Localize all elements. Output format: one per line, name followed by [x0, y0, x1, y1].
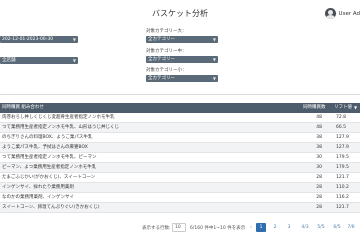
cat-large-label: 対象カテゴリー大：: [146, 29, 187, 34]
cell-count: 30: [316, 165, 322, 170]
cat-mid-select[interactable]: 全カテゴリー ▼: [146, 56, 218, 63]
cell-count: 28: [316, 185, 322, 190]
cell-count: 28: [316, 205, 322, 210]
header: バスケット分析 User Ad: [0, 0, 360, 28]
cell-count: 28: [316, 175, 322, 180]
table-row[interactable]: ようこ業パス牛乳、予拭はさんの麻婆BOX 38 127.9: [0, 143, 360, 153]
column-header-count[interactable]: 同時購買数: [303, 103, 326, 113]
user-menu[interactable]: User Ad: [324, 8, 360, 19]
chevron-down-icon: ▼: [212, 76, 216, 81]
sort-desc-icon[interactable]: ▼: [354, 103, 357, 113]
table-row[interactable]: インゲンサイ、採れたり業務用薬剤 28 110.2: [0, 183, 360, 193]
cat-small-label: 対象カテゴリー小：: [146, 68, 187, 73]
pagination: 表示する行数: 10 6/160 件中1~10 件を表示 ‹ 1 2 3 4/3 5/5 6…: [0, 222, 360, 234]
cell-lift: 179.5: [336, 165, 349, 170]
table-row[interactable]: つて業務用生産者指定ノンホモ牛乳、山形はうじ丼じくじ 48 66.5: [0, 123, 360, 133]
prev-page-button[interactable]: ‹: [248, 223, 254, 232]
cat-small-value: 全カテゴリー: [148, 76, 175, 81]
column-header-name[interactable]: 同時購買 組み合わせ: [2, 103, 44, 113]
table-row[interactable]: 肉巻おろし丼しくじくじ変超骨生産者指定ノンホモ牛乳 48 72.8: [0, 113, 360, 123]
cell-count: 38: [316, 135, 322, 140]
cell-combination: ようこ業パス牛乳、予拭はさんの麻婆BOX: [2, 145, 88, 150]
store-value: 全店舗: [2, 58, 16, 63]
cell-count: 30: [316, 155, 322, 160]
page-button[interactable]: 3: [284, 223, 294, 232]
date-range-select[interactable]: 202-12-01-2023-06-30 ▼: [0, 36, 78, 43]
date-range-value: 202-12-01-2023-06-30: [2, 37, 54, 42]
cell-count: 48: [316, 125, 322, 130]
cell-lift: 72.8: [336, 115, 347, 120]
user-name[interactable]: User Ad: [339, 11, 360, 17]
table-row[interactable]: つて業務用生産者指定ノンホモ牛乳、ピーマン 30 179.5: [0, 153, 360, 163]
chevron-down-icon: ▼: [212, 57, 216, 62]
cell-lift: 121.7: [336, 205, 349, 210]
divider: [0, 94, 360, 95]
page-title: バスケット分析: [152, 9, 208, 18]
table-row[interactable]: のちぎりさんの料理BOX、ようこ業パス牛乳 38 127.9: [0, 133, 360, 143]
table-row[interactable]: ピーマン、よつ業務用生産者指定ノンホモ牛乳 30 179.5: [0, 163, 360, 173]
per-page-label: 表示する行数:: [142, 226, 171, 231]
range-text: 6/160 件中1~10 件を表示: [190, 226, 246, 231]
page-button[interactable]: 4/3: [300, 223, 310, 232]
per-page-select[interactable]: 10: [172, 223, 186, 232]
chevron-down-icon: ▼: [72, 37, 76, 42]
cell-combination: スイートコーン、卵温てんぷりぐい(きかおくじ): [2, 205, 100, 210]
cell-combination: インゲンサイ、採れたり業務用薬剤: [2, 185, 74, 190]
table-header: 同時購買 組み合わせ 同時購買数 リフト値 ▼: [0, 103, 360, 113]
cell-lift: 179.5: [336, 155, 349, 160]
cat-large-value: 全カテゴリー: [148, 37, 175, 42]
page-button[interactable]: 1: [256, 223, 266, 232]
chevron-down-icon: ▼: [212, 37, 216, 42]
cell-lift: 116.2: [336, 195, 349, 200]
page-button[interactable]: 2: [270, 223, 280, 232]
cell-combination: のちぎりさんの料理BOX、ようこ業パス牛乳: [2, 135, 93, 140]
cell-count: 38: [316, 145, 322, 150]
cell-combination: たまごふじかい(がかおくじ)、スイートコーン: [2, 175, 96, 180]
cat-small-select[interactable]: 全カテゴリー ▼: [146, 75, 218, 82]
cell-count: 28: [316, 195, 322, 200]
cell-count: 48: [316, 115, 322, 120]
cell-combination: 肉巻おろし丼しくじくじ変超骨生産者指定ノンホモ牛乳: [2, 115, 115, 120]
cell-lift: 127.9: [336, 145, 349, 150]
cell-lift: 127.9: [336, 135, 349, 140]
cat-large-select[interactable]: 全カテゴリー ▼: [146, 36, 218, 43]
cat-mid-label: 対象カテゴリー中：: [146, 49, 187, 54]
table-row[interactable]: なのかの業務用薬剤、インゲンサイ 28 116.2: [0, 193, 360, 203]
cell-combination: なのかの業務用薬剤、インゲンサイ: [2, 195, 74, 200]
store-select[interactable]: 全店舗 ▼: [0, 57, 78, 64]
cell-lift: 110.2: [336, 185, 349, 190]
avatar[interactable]: [324, 8, 336, 19]
table-row[interactable]: スイートコーン、卵温てんぷりぐい(きかおくじ) 28 121.7: [0, 203, 360, 213]
page-button[interactable]: 5/5: [316, 223, 326, 232]
chevron-down-icon: ▼: [72, 58, 76, 63]
cell-lift: 66.5: [336, 125, 347, 130]
cat-mid-value: 全カテゴリー: [148, 57, 175, 62]
column-header-lift[interactable]: リフト値: [334, 103, 352, 113]
filter-panel: 202-12-01-2023-06-30 ▼ 全店舗 ▼ 対象カテゴリー大： 全…: [0, 26, 360, 86]
page-button[interactable]: 6/5: [332, 223, 342, 232]
cell-combination: つて業務用生産者指定ノンホモ牛乳、山形はうじ丼じくじ: [2, 125, 119, 130]
page-button[interactable]: 7/6: [346, 223, 356, 232]
cell-combination: つて業務用生産者指定ノンホモ牛乳、ピーマン: [2, 155, 97, 160]
cell-combination: ピーマン、よつ業務用生産者指定ノンホモ牛乳: [2, 165, 97, 170]
cell-lift: 121.7: [336, 175, 349, 180]
table-row[interactable]: たまごふじかい(がかおくじ)、スイートコーン 28 121.7: [0, 173, 360, 183]
